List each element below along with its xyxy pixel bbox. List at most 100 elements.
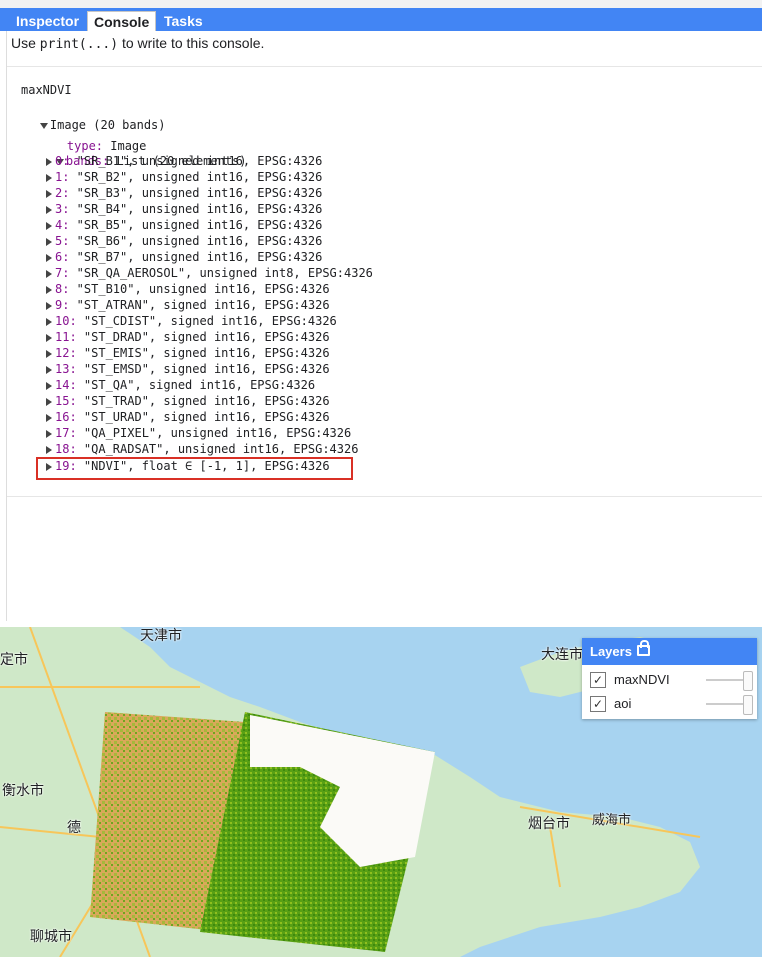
type-row: type: Image: [38, 122, 146, 153]
expand-right-icon[interactable]: [46, 237, 52, 246]
band-row[interactable]: 2: "SR_B3", unsigned int16, EPSG:4326: [46, 185, 322, 201]
band-index: 8:: [55, 282, 70, 296]
console-hint: Use print(...) to write to this console.: [11, 35, 264, 52]
band-row[interactable]: 1: "SR_B2", unsigned int16, EPSG:4326: [46, 169, 322, 185]
expand-right-icon[interactable]: [46, 317, 52, 326]
layers-header[interactable]: Layers: [582, 638, 757, 665]
expand-right-icon[interactable]: [46, 333, 52, 342]
expand-right-icon[interactable]: [46, 397, 52, 406]
tab-inspector[interactable]: Inspector: [16, 11, 79, 31]
map-label: 天津市: [140, 627, 182, 643]
band-text: "SR_QA_AEROSOL", unsigned int8, EPSG:432…: [69, 266, 373, 280]
band-index: 6:: [55, 250, 70, 264]
bands-node[interactable]: bands: List (20 elements): [27, 137, 247, 168]
band-index: 16:: [55, 410, 77, 424]
expand-right-icon[interactable]: [46, 381, 52, 390]
opacity-slider-thumb[interactable]: [743, 695, 753, 715]
band-row[interactable]: 14: "ST_QA", signed int16, EPSG:4326: [46, 377, 315, 393]
highlight-box: [36, 457, 353, 480]
band-row[interactable]: 16: "ST_URAD", signed int16, EPSG:4326: [46, 409, 330, 425]
band-row[interactable]: 7: "SR_QA_AEROSOL", unsigned int8, EPSG:…: [46, 265, 373, 281]
lock-icon[interactable]: [637, 640, 650, 656]
band-text: "SR_B7", unsigned int16, EPSG:4326: [69, 250, 323, 264]
expand-right-icon[interactable]: [46, 301, 52, 310]
map-label: 威海市: [592, 812, 632, 827]
expand-right-icon[interactable]: [46, 413, 52, 422]
band-text: "SR_B4", unsigned int16, EPSG:4326: [69, 202, 323, 216]
tab-console[interactable]: Console: [87, 11, 157, 32]
band-text: "SR_B2", unsigned int16, EPSG:4326: [69, 170, 323, 184]
layer-row-aoi: ✓ aoi: [590, 695, 753, 715]
layer-name: maxNDVI: [614, 672, 670, 687]
expand-right-icon[interactable]: [46, 445, 52, 454]
panel-tabs: Inspector Console Tasks: [0, 8, 762, 32]
band-row[interactable]: 13: "ST_EMSD", signed int16, EPSG:4326: [46, 361, 330, 377]
band-index: 5:: [55, 234, 70, 248]
band-text: "ST_TRAD", signed int16, EPSG:4326: [76, 394, 330, 408]
expand-right-icon[interactable]: [46, 157, 52, 166]
band-row[interactable]: 9: "ST_ATRAN", signed int16, EPSG:4326: [46, 297, 330, 313]
variable-name: maxNDVI: [21, 83, 72, 97]
map-label: 德: [67, 819, 81, 835]
tab-tasks[interactable]: Tasks: [164, 11, 203, 31]
band-row[interactable]: 8: "ST_B10", unsigned int16, EPSG:4326: [46, 281, 330, 297]
hint-code: print(...): [39, 37, 119, 52]
layer-checkbox[interactable]: ✓: [590, 696, 606, 712]
band-text: "SR_B3", unsigned int16, EPSG:4326: [69, 186, 323, 200]
band-row[interactable]: 18: "QA_RADSAT", unsigned int16, EPSG:43…: [46, 441, 358, 457]
band-text: "SR_B5", unsigned int16, EPSG:4326: [69, 218, 323, 232]
expand-right-icon[interactable]: [46, 253, 52, 262]
expand-right-icon[interactable]: [46, 365, 52, 374]
band-index: 10:: [55, 314, 77, 328]
expand-right-icon[interactable]: [46, 173, 52, 182]
band-row[interactable]: 11: "ST_DRAD", signed int16, EPSG:4326: [46, 329, 330, 345]
band-text: "ST_EMIS", signed int16, EPSG:4326: [76, 346, 330, 360]
expand-right-icon[interactable]: [46, 349, 52, 358]
layers-panel: Layers ✓ maxNDVI ✓ aoi: [582, 638, 757, 719]
band-text: "ST_B10", unsigned int16, EPSG:4326: [69, 282, 330, 296]
band-text: "ST_URAD", signed int16, EPSG:4326: [76, 410, 330, 424]
map-label: 定市: [0, 651, 28, 667]
divider: [7, 496, 762, 497]
band-row[interactable]: 6: "SR_B7", unsigned int16, EPSG:4326: [46, 249, 322, 265]
opacity-slider-thumb[interactable]: [743, 671, 753, 691]
band-index: 12:: [55, 346, 77, 360]
band-row[interactable]: 15: "ST_TRAD", signed int16, EPSG:4326: [46, 393, 330, 409]
band-row[interactable]: 3: "SR_B4", unsigned int16, EPSG:4326: [46, 201, 322, 217]
hint-prefix: Use: [11, 35, 40, 51]
band-index: 2:: [55, 186, 70, 200]
band-text: "QA_RADSAT", unsigned int16, EPSG:4326: [76, 442, 359, 456]
band-text: "SR_B6", unsigned int16, EPSG:4326: [69, 234, 323, 248]
band-index: 18:: [55, 442, 77, 456]
layer-checkbox[interactable]: ✓: [590, 672, 606, 688]
band-index: 7:: [55, 266, 70, 280]
expand-right-icon[interactable]: [46, 189, 52, 198]
layer-row-maxndvi: ✓ maxNDVI: [590, 671, 753, 691]
band-row[interactable]: 4: "SR_B5", unsigned int16, EPSG:4326: [46, 217, 322, 233]
band-row[interactable]: 10: "ST_CDIST", signed int16, EPSG:4326: [46, 313, 337, 329]
band-index: 14:: [55, 378, 77, 392]
band-index: 11:: [55, 330, 77, 344]
expand-right-icon[interactable]: [46, 205, 52, 214]
expand-right-icon[interactable]: [46, 221, 52, 230]
expand-right-icon[interactable]: [46, 285, 52, 294]
band-index: 15:: [55, 394, 77, 408]
band-index: 0:: [55, 154, 70, 168]
top-strip: [0, 0, 762, 8]
image-node[interactable]: Image (20 bands): [11, 101, 166, 132]
band-row[interactable]: 12: "ST_EMIS", signed int16, EPSG:4326: [46, 345, 330, 361]
band-index: 3:: [55, 202, 70, 216]
band-row[interactable]: 5: "SR_B6", unsigned int16, EPSG:4326: [46, 233, 322, 249]
map-label: 衡水市: [2, 782, 44, 798]
band-text: "ST_DRAD", signed int16, EPSG:4326: [76, 330, 330, 344]
band-text: "ST_QA", signed int16, EPSG:4326: [76, 378, 316, 392]
expand-right-icon[interactable]: [46, 429, 52, 438]
expand-right-icon[interactable]: [46, 269, 52, 278]
map-label: 大连市: [541, 646, 583, 662]
divider: [7, 66, 762, 67]
band-text: "ST_CDIST", signed int16, EPSG:4326: [76, 314, 337, 328]
band-row[interactable]: 0: "SR_B1", unsigned int16, EPSG:4326: [46, 153, 322, 169]
band-text: "SR_B1", unsigned int16, EPSG:4326: [69, 154, 323, 168]
band-row[interactable]: 17: "QA_PIXEL", unsigned int16, EPSG:432…: [46, 425, 351, 441]
band-index: 9:: [55, 298, 70, 312]
